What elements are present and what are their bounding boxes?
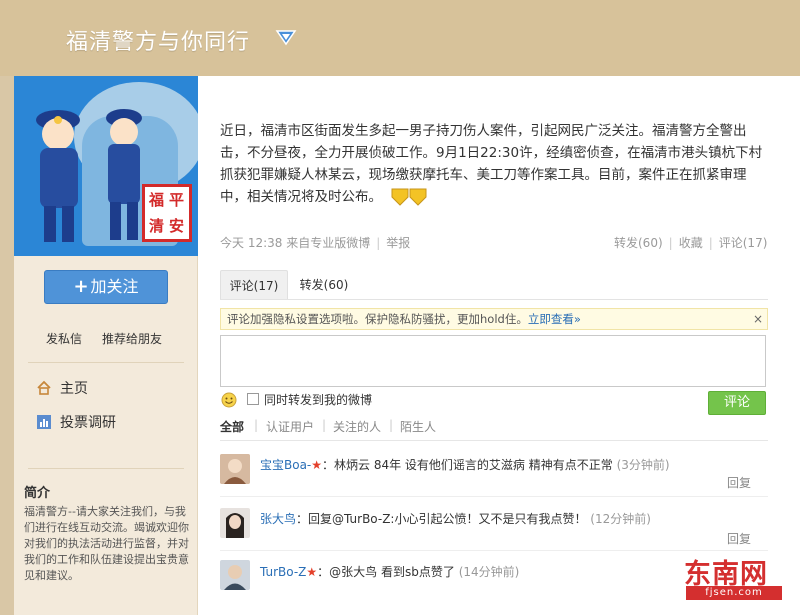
profile-avatar[interactable]: 福 平 清 安	[14, 76, 198, 256]
avatar[interactable]	[220, 454, 250, 484]
watermark-url: fjsen.com	[686, 586, 782, 600]
list-item: TurBo-Z★：@张大鸟 看到sb点赞了 (14分钟前)	[260, 563, 519, 580]
comment-link[interactable]: 评论(17)	[719, 236, 768, 250]
tab-comments[interactable]: 评论(17)	[220, 270, 288, 300]
chevron-down-icon[interactable]	[275, 28, 297, 46]
post-actions: 转发(60) | 收藏 | 评论(17)	[614, 236, 768, 250]
home-icon	[37, 380, 51, 395]
comment-input[interactable]	[220, 335, 766, 387]
reply-link[interactable]: 回复	[727, 474, 751, 491]
emoji-icon[interactable]	[221, 392, 237, 408]
comment-author[interactable]: TurBo-Z	[260, 565, 306, 579]
user-photo-icon	[220, 454, 250, 484]
favorite-link[interactable]: 收藏	[679, 236, 703, 250]
sidebar-item-label: 主页	[60, 381, 88, 397]
notice-link[interactable]: 立即查看»	[528, 312, 581, 326]
recommend-link[interactable]: 推荐给朋友	[102, 330, 162, 347]
stamp-char: 福	[149, 191, 165, 209]
report-link[interactable]: 举报	[386, 236, 410, 250]
filter-separator: |	[322, 418, 327, 432]
follow-button[interactable]: + 加关注	[44, 270, 168, 304]
filter-divider	[220, 440, 768, 441]
star-badge-icon: ★	[306, 565, 318, 579]
ping-an-stamp: 福 平 清 安	[142, 184, 192, 242]
top-emoji-icon	[391, 188, 427, 206]
divider	[28, 468, 184, 469]
privacy-notice: 评论加强隐私设置选项啦。保护隐私防骚扰，更加hold住。立即查看» ×	[220, 308, 768, 330]
comment-text: ：回复@TurBo-Z:小心引起公愤！又不是只有我点赞！	[296, 512, 587, 526]
comment-divider	[220, 550, 768, 551]
comment-text: ：@张大鸟 看到sb点赞了	[317, 565, 455, 579]
police-officer-icon	[36, 110, 80, 242]
repost-checkbox[interactable]	[247, 393, 259, 405]
comment-author[interactable]: 张大鸟	[260, 512, 296, 526]
comment-time: (14分钟前)	[458, 565, 520, 579]
profile-sidebar: 福 平 清 安 + 加关注 发私信 推荐给朋友 主页 投票调研 简介 福清警方--…	[14, 76, 198, 615]
plus-icon: +	[73, 276, 89, 297]
divider	[28, 362, 184, 363]
post-meta: 今天 12:38 来自专业版微博 | 举报	[220, 236, 411, 250]
filter-all[interactable]: 全部	[220, 418, 244, 435]
list-item: 宝宝Boa-★：林炳云 84年 设有他们谣言的艾滋病 精神有点不正常 (3分钟前…	[260, 456, 670, 473]
reply-link[interactable]: 回复	[727, 530, 751, 547]
comment-time: (12分钟前)	[590, 512, 651, 526]
sidebar-item-home[interactable]: 主页	[36, 378, 88, 398]
private-message-link[interactable]: 发私信	[46, 330, 82, 347]
submit-comment-button[interactable]: 评论	[708, 391, 766, 415]
post-time-source[interactable]: 今天 12:38 来自专业版微博	[220, 236, 370, 250]
intro-heading: 简介	[24, 486, 51, 501]
notice-text: 评论加强隐私设置选项啦。保护隐私防骚扰，更加hold住。	[227, 312, 528, 326]
close-icon[interactable]: ×	[753, 309, 763, 329]
stamp-char: 清	[149, 217, 165, 235]
sidebar-item-label: 投票调研	[60, 415, 116, 431]
repost-label: 同时转发到我的微博	[264, 393, 373, 407]
post-body: 近日，福清市区街面发生多起一男子持刀伤人案件，引起网民广泛关注。福清警方全警出击…	[220, 120, 772, 208]
comment-author[interactable]: 宝宝Boa-	[260, 458, 311, 472]
filter-verified[interactable]: 认证用户	[266, 418, 314, 435]
list-item: 张大鸟：回复@TurBo-Z:小心引起公愤！又不是只有我点赞！ (12分钟前)	[260, 510, 651, 527]
filter-strangers[interactable]: 陌生人	[400, 418, 436, 435]
stamp-char: 平	[169, 191, 185, 209]
post-text: 近日，福清市区街面发生多起一男子持刀伤人案件，引起网民广泛关注。福清警方全警出击…	[220, 123, 763, 205]
filter-separator: |	[389, 418, 394, 432]
user-photo-icon	[220, 508, 250, 538]
page-title: 福清警方与你同行	[66, 30, 251, 55]
user-photo-icon	[220, 560, 250, 590]
star-badge-icon: ★	[311, 458, 323, 472]
comment-time: (3分钟前)	[616, 458, 670, 472]
stamp-char: 安	[169, 217, 185, 235]
comment-divider	[220, 496, 768, 497]
sidebar-item-poll[interactable]: 投票调研	[36, 412, 116, 432]
filter-separator: |	[254, 418, 259, 432]
comment-text: ：林炳云 84年 设有他们谣言的艾滋病 精神有点不正常	[322, 458, 613, 472]
intro-text: 福清警方--请大家关注我们，与我们进行在线互动交流。竭诚欢迎你对我们的执法活动进…	[24, 505, 189, 582]
poll-icon	[37, 415, 51, 429]
filter-following[interactable]: 关注的人	[333, 418, 381, 435]
follow-label: 加关注	[90, 277, 139, 296]
tab-divider	[220, 299, 768, 300]
avatar[interactable]	[220, 508, 250, 538]
avatar[interactable]	[220, 560, 250, 590]
tab-reposts[interactable]: 转发(60)	[296, 270, 352, 300]
repost-link[interactable]: 转发(60)	[614, 236, 663, 250]
